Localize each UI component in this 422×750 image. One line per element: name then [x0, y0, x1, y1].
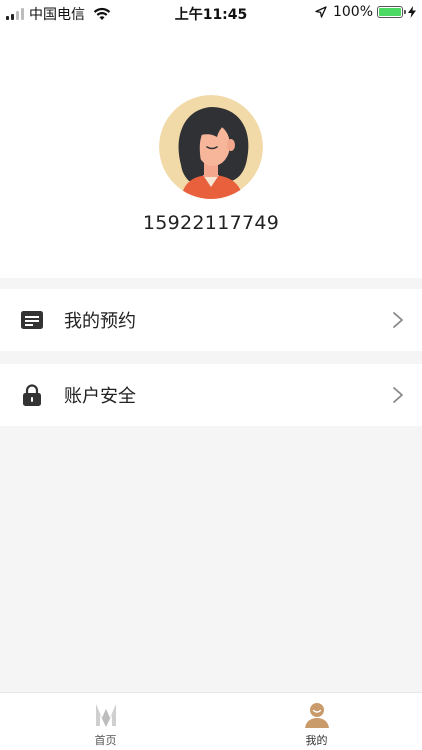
avatar[interactable]: [159, 95, 263, 199]
battery-level: [379, 8, 401, 16]
menu-item-label: 我的预约: [64, 311, 136, 332]
lock-icon: [23, 384, 41, 406]
tab-label: 我的: [305, 734, 328, 747]
home-logo-icon: [95, 704, 116, 727]
document-list-icon: [21, 311, 43, 329]
profile-header: 15922117749: [0, 26, 422, 278]
location-arrow-icon: [315, 6, 327, 18]
tab-bar: 首页 我的: [0, 692, 422, 750]
chevron-right-icon: [393, 312, 403, 328]
battery-icon: [377, 6, 406, 18]
chevron-right-icon: [393, 387, 403, 403]
menu-item-label: 账户安全: [64, 386, 136, 407]
person-icon: [304, 703, 329, 728]
menu-item-my-appointments[interactable]: 我的预约: [0, 289, 422, 351]
menu-item-account-security[interactable]: 账户安全: [0, 364, 422, 426]
status-bar: 中国电信 上午11:45 100%: [0, 0, 422, 26]
tab-label: 首页: [94, 734, 117, 747]
avatar-woman-icon: [159, 95, 263, 199]
charging-bolt-icon: [408, 6, 416, 18]
battery-percent: 100%: [332, 4, 373, 20]
status-right: 100%: [315, 4, 416, 20]
tab-mine[interactable]: 我的: [211, 693, 422, 750]
tab-home[interactable]: 首页: [0, 693, 211, 750]
phone-number: 15922117749: [142, 212, 280, 234]
